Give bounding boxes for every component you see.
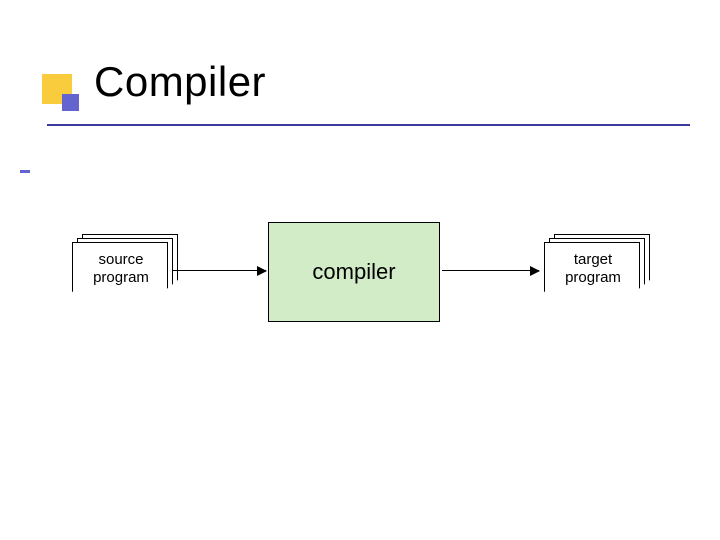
document-icon: target program	[544, 242, 640, 300]
source-program-label: source program	[73, 251, 169, 287]
side-tick-icon	[20, 170, 30, 173]
target-program-stack: target program	[544, 242, 650, 308]
target-program-label: target program	[545, 251, 641, 287]
target-line2: program	[565, 269, 621, 286]
target-line1: target	[574, 251, 612, 268]
source-line2: program	[93, 269, 149, 286]
slide-title: Compiler	[94, 58, 266, 106]
arrow-icon	[172, 270, 266, 271]
document-icon: source program	[72, 242, 168, 300]
title-underline	[47, 124, 690, 126]
compiler-label: compiler	[312, 259, 395, 285]
compiler-box: compiler	[268, 222, 440, 322]
arrow-icon	[442, 270, 539, 271]
source-program-stack: source program	[72, 242, 178, 308]
title-bullet-icon	[42, 74, 72, 104]
source-line1: source	[98, 251, 143, 268]
blue-square-icon	[62, 94, 79, 111]
